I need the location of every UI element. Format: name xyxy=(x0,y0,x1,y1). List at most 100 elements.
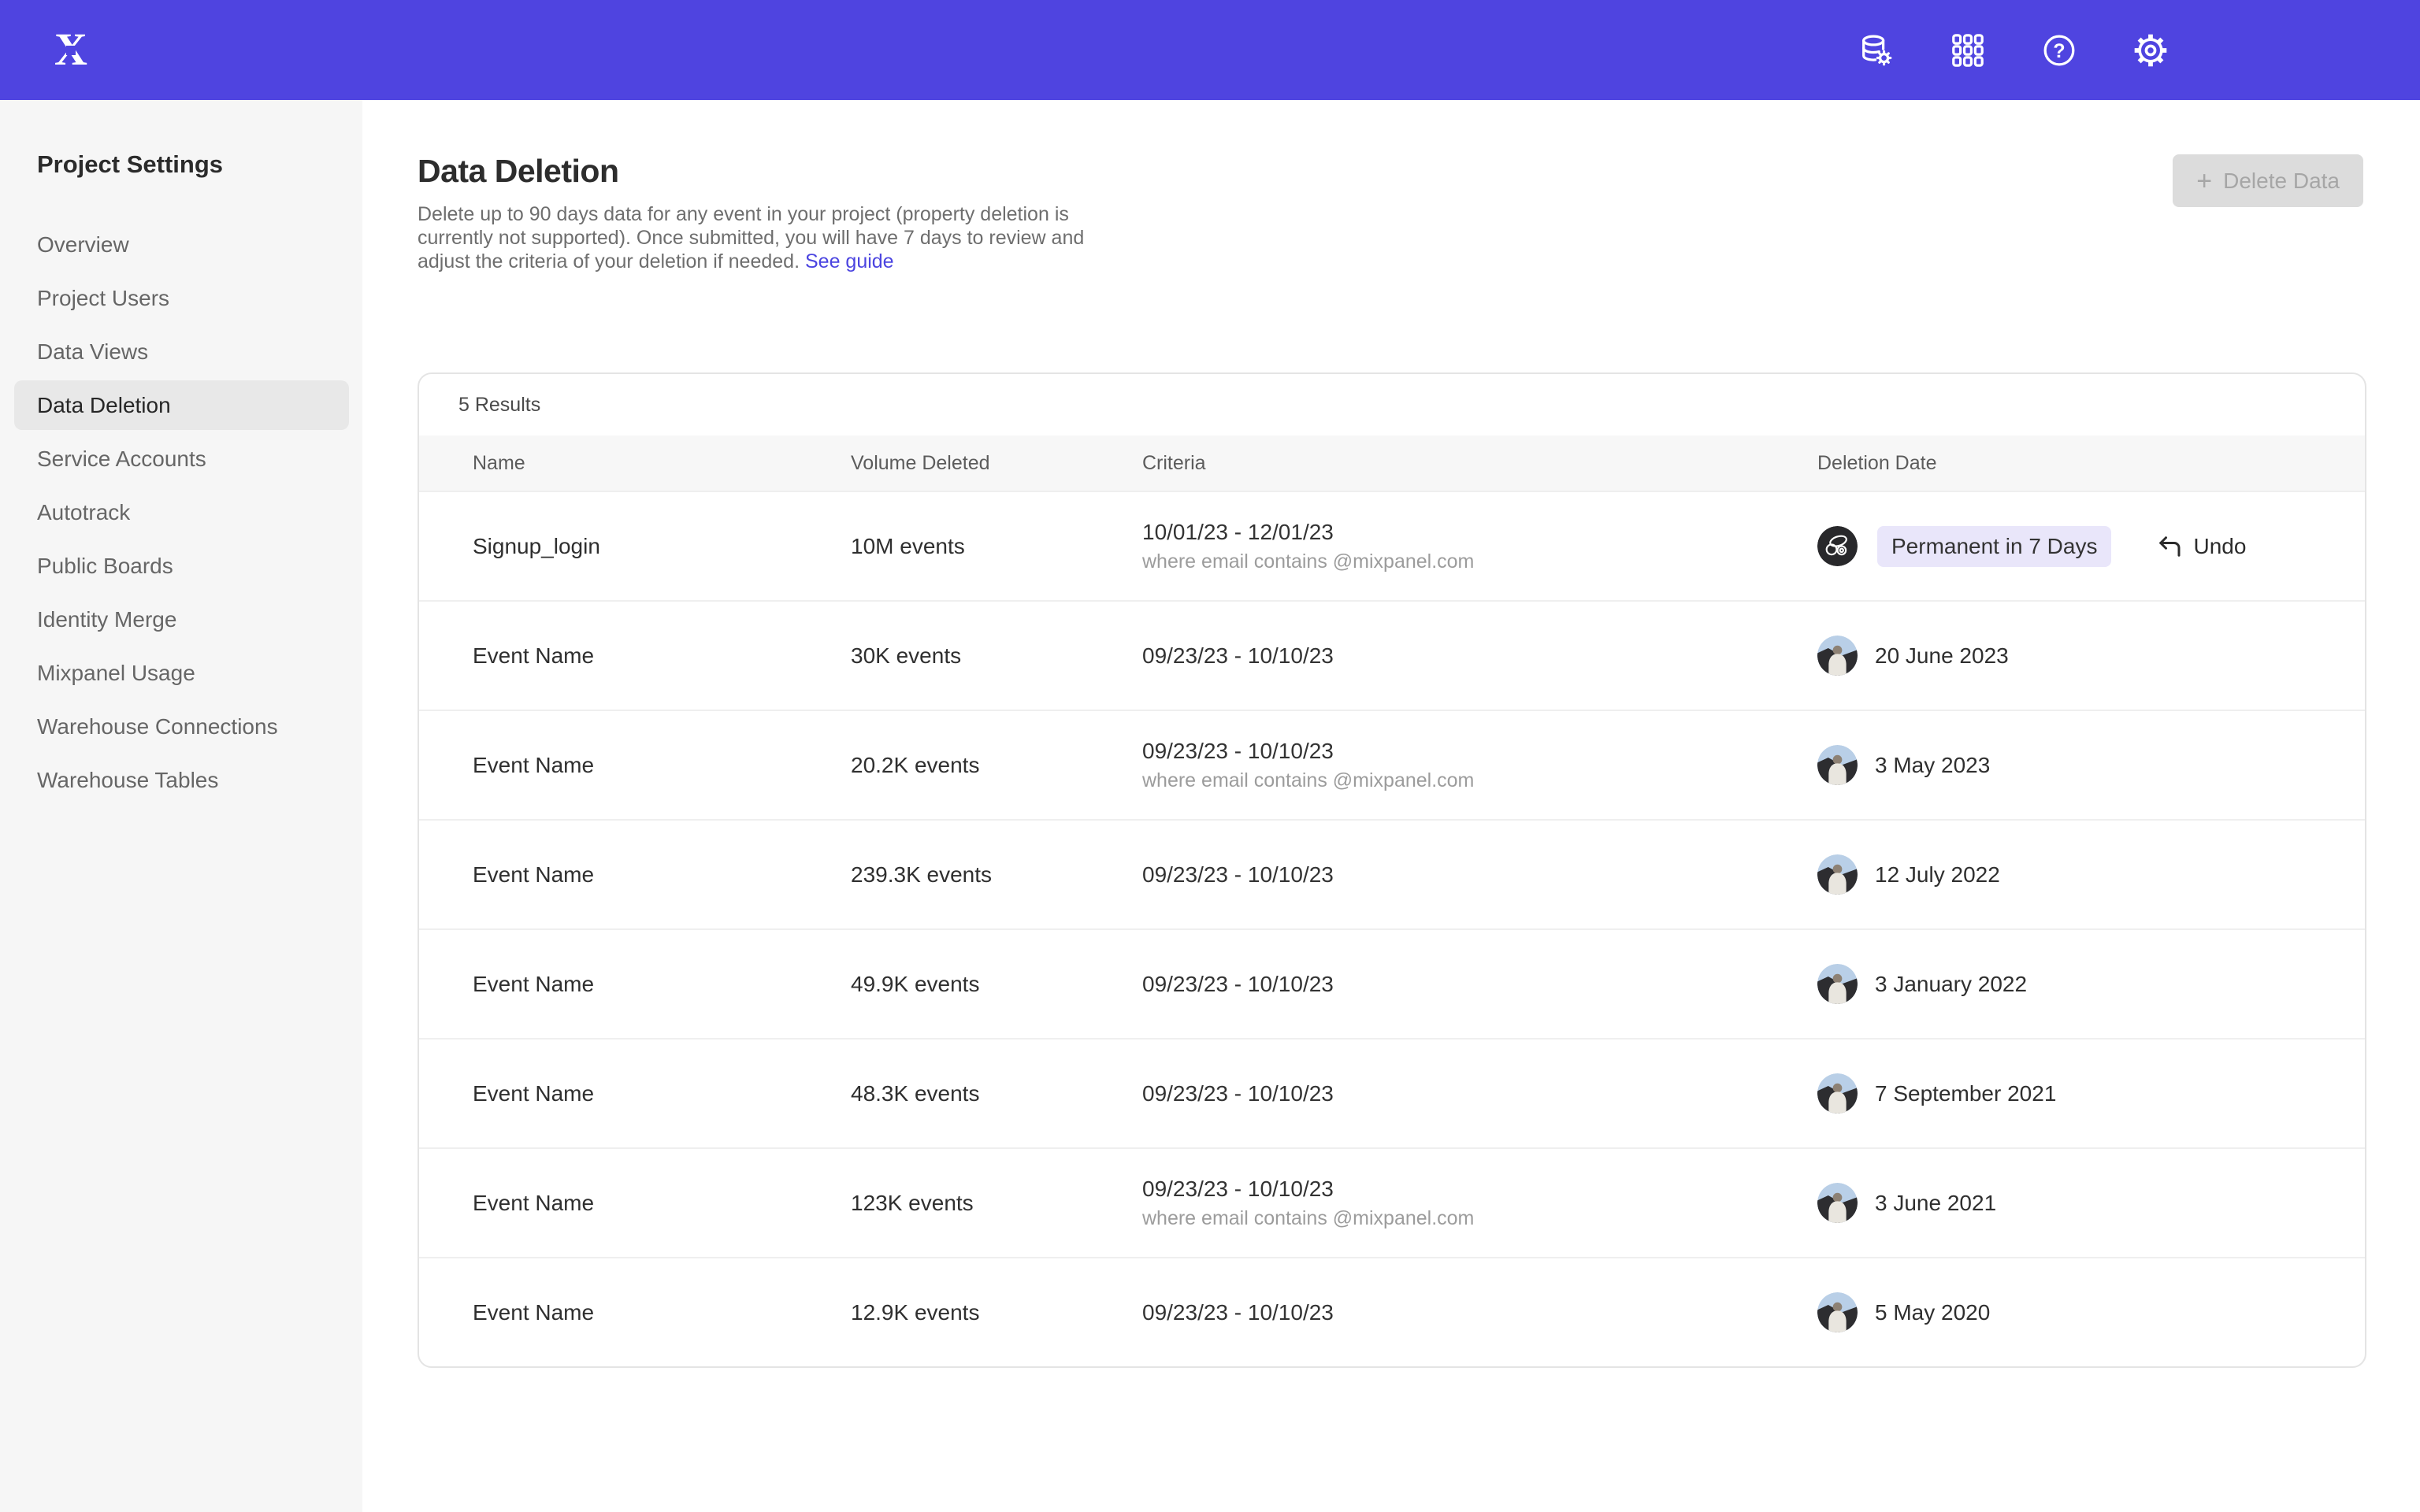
column-header-name: Name xyxy=(419,452,851,475)
row-criteria-filter: where email contains @mixpanel.com xyxy=(1142,769,1817,792)
settings-icon[interactable] xyxy=(2132,32,2169,69)
row-event-name: Event Name xyxy=(419,1300,851,1325)
row-deletion-date: Permanent in 7 Days Undo xyxy=(1817,526,2365,567)
svg-text:?: ? xyxy=(2053,39,2065,61)
row-criteria: 09/23/23 - 10/10/23 xyxy=(1142,862,1817,888)
row-deletion-date: 20 June 2023 xyxy=(1817,636,2365,676)
deletion-date-text: 7 September 2021 xyxy=(1875,1081,2056,1106)
row-criteria-range: 09/23/23 - 10/10/23 xyxy=(1142,643,1817,669)
apps-grid-icon[interactable] xyxy=(1949,32,1987,69)
sidebar-item-identity-merge[interactable]: Identity Merge xyxy=(14,595,349,644)
row-deletion-date: 7 September 2021 xyxy=(1817,1073,2365,1114)
sidebar-item-overview[interactable]: Overview xyxy=(14,220,349,269)
see-guide-link[interactable]: See guide xyxy=(805,250,894,272)
deletion-date-text: 3 June 2021 xyxy=(1875,1191,1996,1216)
row-volume-deleted: 48.3K events xyxy=(851,1081,1142,1106)
row-criteria-range: 10/01/23 - 12/01/23 xyxy=(1142,520,1817,545)
table-row: Event Name 239.3K events 09/23/23 - 10/1… xyxy=(419,819,2365,928)
sidebar-item-warehouse-connections[interactable]: Warehouse Connections xyxy=(14,702,349,751)
row-criteria: 10/01/23 - 12/01/23 where email contains… xyxy=(1142,520,1817,573)
deletion-date-text: 3 May 2023 xyxy=(1875,753,1990,778)
row-event-name: Event Name xyxy=(419,753,851,778)
sidebar-item-label: Autotrack xyxy=(37,500,130,525)
sidebar-item-project-users[interactable]: Project Users xyxy=(14,273,349,323)
plus-icon: + xyxy=(2196,168,2212,195)
row-event-name: Event Name xyxy=(419,1081,851,1106)
sidebar-item-label: Overview xyxy=(37,232,129,258)
row-criteria: 09/23/23 - 10/10/23 xyxy=(1142,1300,1817,1325)
row-deletion-date: 12 July 2022 xyxy=(1817,854,2365,895)
sidebar-item-mixpanel-usage[interactable]: Mixpanel Usage xyxy=(14,648,349,698)
row-volume-deleted: 49.9K events xyxy=(851,972,1142,997)
row-criteria-range: 09/23/23 - 10/10/23 xyxy=(1142,1081,1817,1106)
page-description: Delete up to 90 days data for any event … xyxy=(418,202,1107,273)
status-badge: Permanent in 7 Days xyxy=(1877,526,2111,567)
sidebar-item-autotrack[interactable]: Autotrack xyxy=(14,487,349,537)
row-criteria-filter: where email contains @mixpanel.com xyxy=(1142,1207,1817,1230)
data-management-icon[interactable] xyxy=(1858,32,1895,69)
row-volume-deleted: 30K events xyxy=(851,643,1142,669)
person-avatar xyxy=(1817,854,1858,895)
table-row: Event Name 20.2K events 09/23/23 - 10/10… xyxy=(419,710,2365,819)
deletion-date-text: 5 May 2020 xyxy=(1875,1300,1990,1325)
moth-avatar xyxy=(1817,526,1858,566)
sidebar-item-data-deletion[interactable]: Data Deletion xyxy=(14,380,349,430)
undo-label: Undo xyxy=(2193,534,2246,559)
sidebar-item-label: Warehouse Connections xyxy=(37,714,278,739)
table-row: Event Name 49.9K events 09/23/23 - 10/10… xyxy=(419,928,2365,1038)
person-avatar xyxy=(1817,636,1858,676)
row-event-name: Event Name xyxy=(419,862,851,888)
row-event-name: Signup_login xyxy=(419,534,851,559)
row-volume-deleted: 123K events xyxy=(851,1191,1142,1216)
row-event-name: Event Name xyxy=(419,972,851,997)
sidebar-item-warehouse-tables[interactable]: Warehouse Tables xyxy=(14,755,349,805)
deletion-table-card: 5 Results Name Volume Deleted Criteria D… xyxy=(418,372,2366,1368)
row-event-name: Event Name xyxy=(419,1191,851,1216)
column-header-volume: Volume Deleted xyxy=(851,452,1142,475)
column-header-deletion-date: Deletion Date xyxy=(1817,452,2365,475)
help-icon[interactable]: ? xyxy=(2040,32,2078,69)
delete-data-button[interactable]: + Delete Data xyxy=(2173,154,2363,207)
row-criteria: 09/23/23 - 10/10/23 where email contains… xyxy=(1142,1177,1817,1230)
undo-icon xyxy=(2155,532,2184,561)
table-row: Event Name 48.3K events 09/23/23 - 10/10… xyxy=(419,1038,2365,1147)
row-volume-deleted: 12.9K events xyxy=(851,1300,1142,1325)
deletion-date-text: 12 July 2022 xyxy=(1875,862,2000,888)
results-count: 5 Results xyxy=(419,374,2365,435)
row-criteria: 09/23/23 - 10/10/23 where email contains… xyxy=(1142,739,1817,792)
row-criteria: 09/23/23 - 10/10/23 xyxy=(1142,972,1817,997)
sidebar-item-service-accounts[interactable]: Service Accounts xyxy=(14,434,349,484)
sidebar-item-label: Public Boards xyxy=(37,554,173,579)
table-row: Event Name 12.9K events 09/23/23 - 10/10… xyxy=(419,1257,2365,1366)
row-volume-deleted: 10M events xyxy=(851,534,1142,559)
table-row: Signup_login 10M events 10/01/23 - 12/01… xyxy=(419,491,2365,600)
row-criteria-range: 09/23/23 - 10/10/23 xyxy=(1142,972,1817,997)
deletion-date-text: 20 June 2023 xyxy=(1875,643,2009,669)
sidebar-item-label: Project Users xyxy=(37,286,169,311)
person-avatar xyxy=(1817,1183,1858,1223)
person-avatar xyxy=(1817,964,1858,1004)
row-deletion-date: 3 January 2022 xyxy=(1817,964,2365,1004)
sidebar-item-label: Mixpanel Usage xyxy=(37,661,195,686)
row-criteria-range: 09/23/23 - 10/10/23 xyxy=(1142,862,1817,888)
page-title: Data Deletion xyxy=(418,153,2420,190)
table-row: Event Name 123K events 09/23/23 - 10/10/… xyxy=(419,1147,2365,1257)
row-volume-deleted: 20.2K events xyxy=(851,753,1142,778)
table-header-row: Name Volume Deleted Criteria Deletion Da… xyxy=(419,435,2365,491)
person-avatar xyxy=(1817,745,1858,785)
sidebar-title: Project Settings xyxy=(37,150,362,179)
mixpanel-logo-icon[interactable]: X xyxy=(46,25,96,76)
page-description-text: Delete up to 90 days data for any event … xyxy=(418,203,1084,272)
sidebar-item-label: Identity Merge xyxy=(37,607,176,632)
sidebar-item-public-boards[interactable]: Public Boards xyxy=(14,541,349,591)
table-body: Signup_login 10M events 10/01/23 - 12/01… xyxy=(419,491,2365,1366)
row-deletion-date: 3 June 2021 xyxy=(1817,1183,2365,1223)
undo-button[interactable]: Undo xyxy=(2155,532,2246,561)
row-deletion-date: 5 May 2020 xyxy=(1817,1292,2365,1332)
person-avatar xyxy=(1817,1292,1858,1332)
table-row: Event Name 30K events 09/23/23 - 10/10/2… xyxy=(419,600,2365,710)
deletion-date-text: 3 January 2022 xyxy=(1875,972,2027,997)
sidebar-item-label: Warehouse Tables xyxy=(37,768,218,793)
sidebar-item-label: Data Views xyxy=(37,339,148,365)
sidebar-item-data-views[interactable]: Data Views xyxy=(14,327,349,376)
